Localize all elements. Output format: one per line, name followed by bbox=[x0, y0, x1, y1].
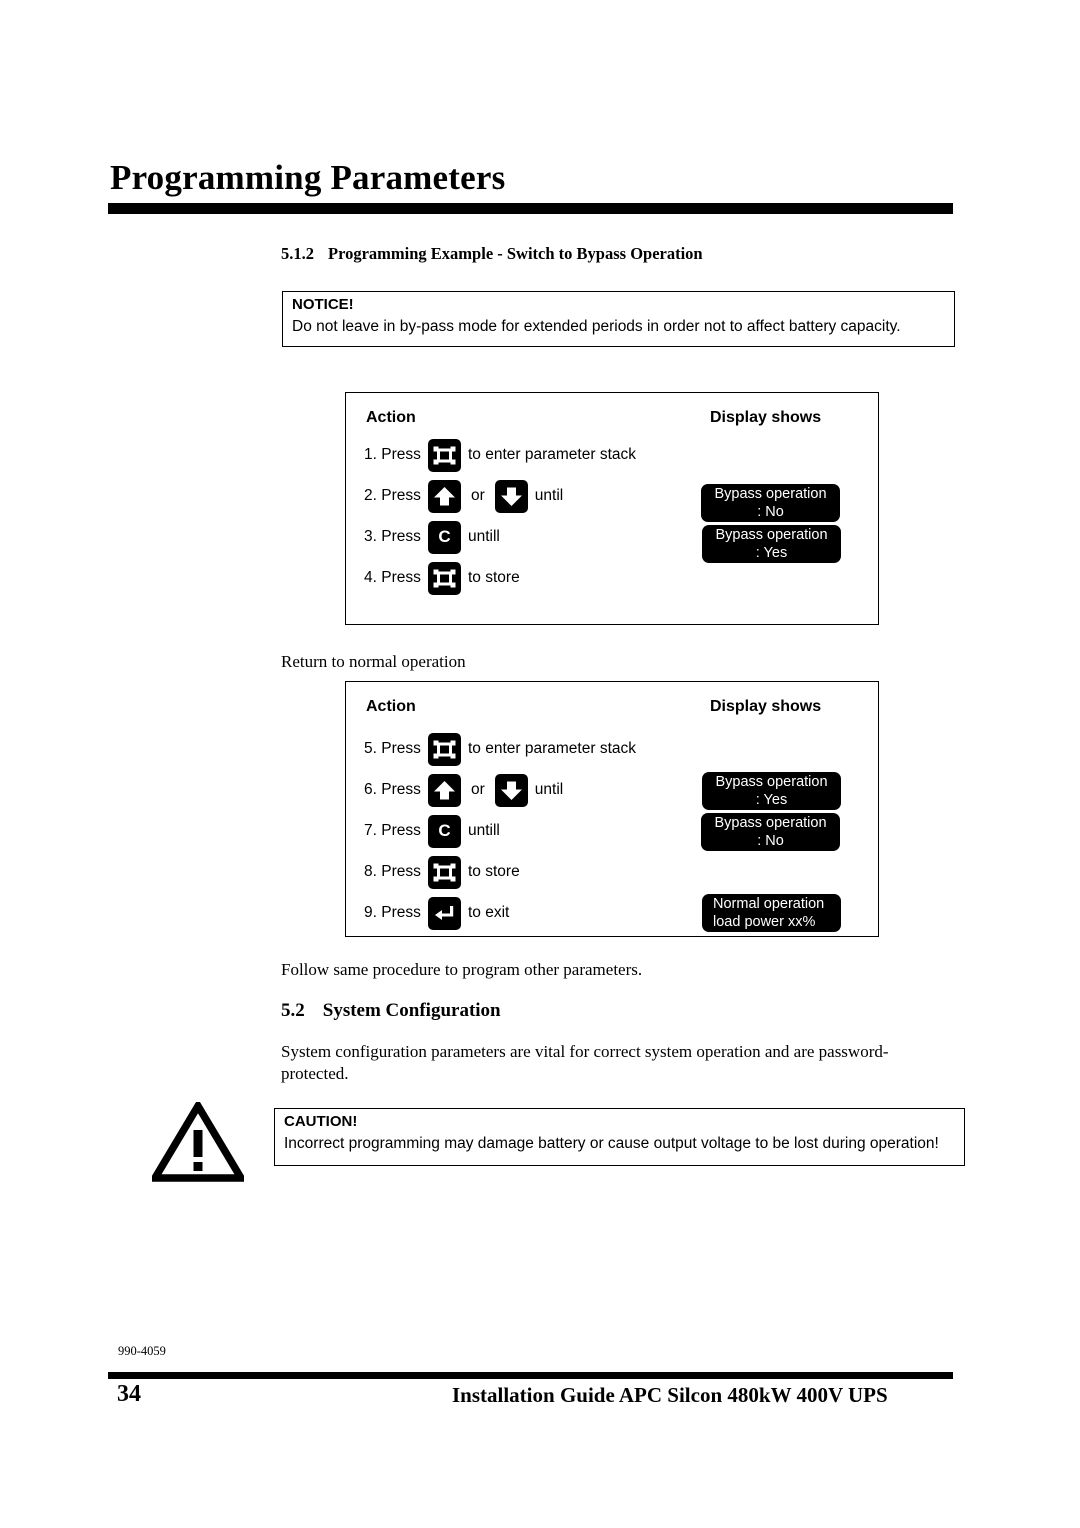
page-title: Programming Parameters bbox=[110, 158, 506, 197]
step-label: 9. Press bbox=[364, 904, 421, 921]
caution-label: CAUTION! bbox=[284, 1113, 358, 1130]
down-arrow-key-icon[interactable] bbox=[494, 479, 528, 513]
lcd-line-2: : Yes bbox=[755, 545, 788, 561]
action-table-switch-to-bypass: Action Display shows 1. Press to enter p… bbox=[345, 392, 879, 625]
warning-triangle-icon bbox=[148, 1098, 248, 1182]
parameter-stack-key-icon[interactable] bbox=[428, 855, 461, 889]
parameter-stack-key-icon[interactable] bbox=[428, 732, 461, 766]
step-description: to enter parameter stack bbox=[468, 740, 636, 757]
table-row: 3. Press C untill bbox=[364, 520, 500, 554]
lcd-display-bypass-no: Bypass operation : No bbox=[701, 484, 840, 522]
notice-label: NOTICE! bbox=[292, 296, 354, 313]
lcd-display-bypass-no: Bypass operation : No bbox=[701, 813, 840, 851]
footer-document-title: Installation Guide APC Silcon 480kW 400V… bbox=[452, 1383, 888, 1407]
table-row: 4. Press to store bbox=[364, 561, 520, 595]
step-label: 4. Press bbox=[364, 569, 421, 586]
parameter-stack-key-icon[interactable] bbox=[428, 561, 461, 595]
step-label: 2. Press bbox=[364, 487, 421, 504]
step-description: to store bbox=[468, 569, 520, 586]
lcd-line-2: load power xx% bbox=[713, 914, 816, 930]
paragraph-system-configuration: System configuration parameters are vita… bbox=[281, 1042, 889, 1083]
column-header-action: Action bbox=[366, 698, 416, 715]
step-description: untill bbox=[468, 528, 500, 545]
subsection-number: 5.1.2 bbox=[281, 244, 314, 263]
action-table-return-to-normal: Action Display shows 5. Press to enter p… bbox=[345, 681, 879, 937]
c-key-letter: C bbox=[438, 821, 451, 840]
paragraph-follow-same-procedure: Follow same procedure to program other p… bbox=[281, 960, 643, 979]
document-code: 990-4059 bbox=[118, 1344, 166, 1358]
step-label: 8. Press bbox=[364, 863, 421, 880]
table-row: 6. Press or until bbox=[364, 773, 563, 807]
step-label: 3. Press bbox=[364, 528, 421, 545]
step-label: 5. Press bbox=[364, 740, 421, 757]
c-key-letter: C bbox=[438, 527, 451, 546]
step-label: 6. Press bbox=[364, 781, 421, 798]
lcd-line-1: Bypass operation bbox=[714, 815, 827, 831]
step-description: until bbox=[534, 487, 564, 504]
subsection-number: 5.2 bbox=[281, 1000, 305, 1021]
column-header-display: Display shows bbox=[710, 409, 822, 426]
down-arrow-key-icon[interactable] bbox=[494, 773, 528, 807]
subsection-heading-5-2: 5.2 System Configuration bbox=[281, 1000, 501, 1022]
page-number: 34 bbox=[117, 1381, 141, 1407]
table-row: 9. Press to exit bbox=[364, 896, 509, 930]
c-key-icon[interactable]: C bbox=[428, 814, 461, 848]
caution-callout-box: CAUTION! Incorrect programming may damag… bbox=[274, 1108, 965, 1166]
caution-text: Incorrect programming may damage battery… bbox=[284, 1135, 939, 1152]
footer-divider-rule bbox=[108, 1372, 953, 1379]
lcd-line-2: : Yes bbox=[755, 792, 788, 808]
paragraph-return-to-normal: Return to normal operation bbox=[281, 652, 466, 671]
subsection-text: Programming Example - Switch to Bypass O… bbox=[328, 244, 703, 263]
up-arrow-key-icon[interactable] bbox=[428, 773, 461, 807]
step-label: 7. Press bbox=[364, 822, 421, 839]
step-description: to exit bbox=[468, 904, 510, 921]
lcd-line-1: Bypass operation bbox=[715, 527, 828, 543]
step-conjunction: or bbox=[471, 781, 485, 798]
lcd-line-1: Bypass operation bbox=[714, 486, 827, 502]
step-label: 1. Press bbox=[364, 446, 421, 463]
step-description: to enter parameter stack bbox=[468, 446, 636, 463]
table-row: 5. Press to enter parameter stack bbox=[364, 732, 636, 766]
lcd-display-bypass-yes: Bypass operation : Yes bbox=[702, 772, 841, 810]
lcd-line-2: : No bbox=[757, 504, 784, 520]
notice-callout-box: NOTICE! Do not leave in by-pass mode for… bbox=[282, 291, 955, 347]
subsection-text: System Configuration bbox=[322, 1000, 501, 1021]
column-header-display: Display shows bbox=[710, 698, 822, 715]
parameter-stack-key-icon[interactable] bbox=[428, 438, 461, 472]
up-arrow-key-icon[interactable] bbox=[428, 479, 461, 513]
table-row: 7. Press C untill bbox=[364, 814, 500, 848]
table-row: 1. Press to enter parameter stack bbox=[364, 438, 636, 472]
column-header-action: Action bbox=[366, 409, 416, 426]
c-key-icon[interactable]: C bbox=[428, 520, 461, 554]
lcd-display-normal-operation: Normal operation load power xx% bbox=[702, 894, 841, 932]
lcd-line-2: : No bbox=[757, 833, 784, 849]
step-description: until bbox=[534, 781, 564, 798]
table-row: 2. Press or until bbox=[364, 479, 563, 513]
subsection-heading-5-1-2: 5.1.2 Programming Example - Switch to Byp… bbox=[281, 244, 703, 264]
lcd-display-bypass-yes: Bypass operation : Yes bbox=[702, 525, 841, 563]
lcd-line-1: Normal operation bbox=[713, 896, 825, 912]
lcd-line-1: Bypass operation bbox=[715, 774, 828, 790]
step-description: untill bbox=[468, 822, 500, 839]
notice-text: Do not leave in by-pass mode for extende… bbox=[292, 318, 901, 335]
header-divider-rule bbox=[108, 203, 953, 214]
table-row: 8. Press to store bbox=[364, 855, 520, 889]
enter-key-icon[interactable] bbox=[428, 896, 461, 930]
step-description: to store bbox=[468, 863, 520, 880]
step-conjunction: or bbox=[471, 487, 485, 504]
